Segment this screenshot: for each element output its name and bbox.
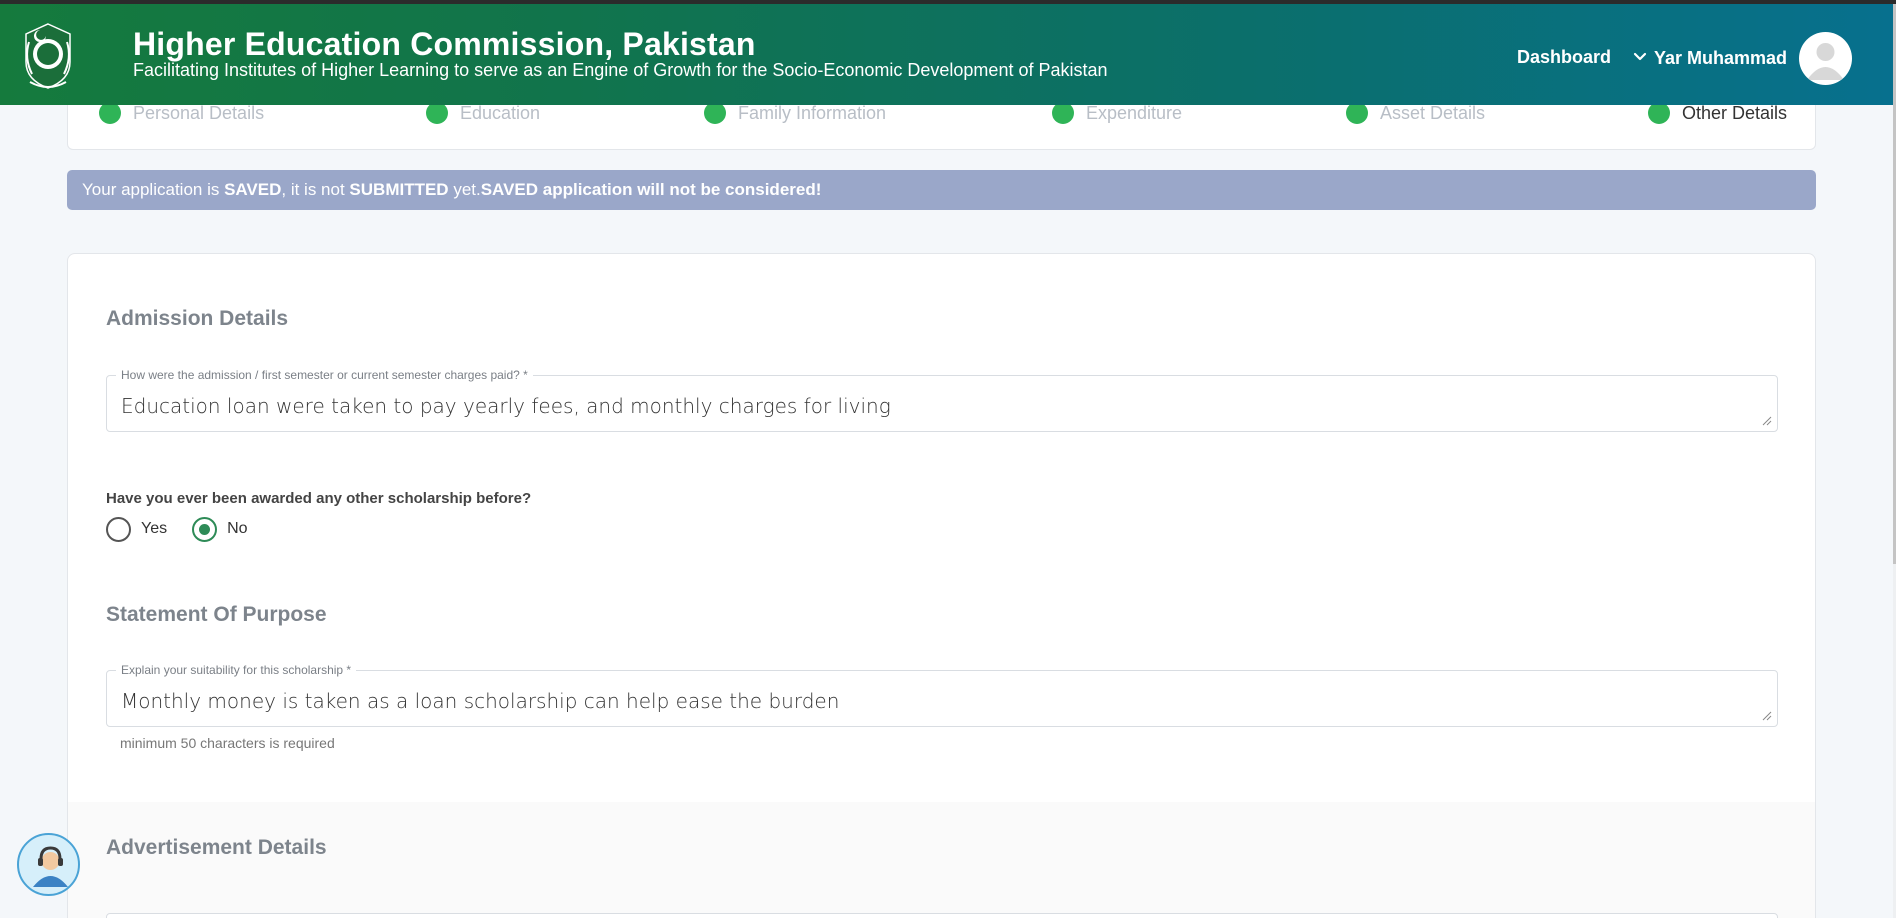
step-label: Other Details [1682,102,1788,123]
charges-paid-value: Education loan were taken to pay yearly … [121,394,891,418]
radio-no-label[interactable]: No [227,520,247,538]
step-label: Expenditure [1086,102,1183,123]
resize-handle-icon[interactable] [1762,711,1772,721]
admission-details-heading: Admission Details [106,307,289,330]
alert-text: yet. [448,180,481,199]
radio-yes-label[interactable]: Yes [141,520,167,538]
statement-of-purpose-heading: Statement Of Purpose [106,603,327,626]
site-subtitle: Facilitating Institutes of Higher Learni… [133,60,1108,80]
check-icon [426,102,448,124]
charges-paid-textarea[interactable]: How were the admission / first semester … [106,368,1778,432]
scholarship-radio-group: Yes No [106,516,273,542]
check-icon [1346,102,1368,124]
suitability-label: Explain your suitability for this schola… [116,663,357,677]
alert-submitted: SUBMITTED [349,180,449,199]
nav-dashboard-link[interactable]: Dashboard [1517,47,1611,68]
other-details-form: Admission Details How were the admission… [67,253,1816,918]
suitability-helper-text: minimum 50 characters is required [120,735,335,751]
alert-text: Your application is [82,180,225,199]
check-icon [704,102,726,124]
chevron-down-icon[interactable] [1631,48,1649,66]
radio-no[interactable] [192,516,218,542]
advertisement-section: Advertisement Details [68,802,1815,918]
step-label: Education [460,102,541,123]
suitability-textarea[interactable]: Explain your suitability for this schola… [106,663,1778,727]
user-menu-name[interactable]: Yar Muhammad [1654,48,1787,69]
site-header: Higher Education Commission, Pakistan Fa… [0,4,1893,105]
alert-saved: SAVED [224,180,282,199]
step-label: Asset Details [1380,102,1486,123]
step-number-icon [1648,102,1670,124]
hec-logo [25,23,71,89]
site-title: Higher Education Commission, Pakistan [133,26,756,62]
support-agent-icon[interactable] [17,833,80,896]
suitability-value: Monthly money is taken as a loan scholar… [121,689,840,713]
check-icon [1052,102,1074,124]
saved-status-alert: Your application is SAVED, it is not SUB… [67,170,1816,210]
alert-text: , it is not [281,180,350,199]
user-avatar-icon[interactable] [1799,32,1852,85]
advertisement-details-heading: Advertisement Details [106,836,327,859]
scholarship-question: Have you ever been awarded any other sch… [106,490,532,507]
advertisement-field[interactable] [106,913,1778,918]
check-icon [99,102,121,124]
step-label: Personal Details [133,102,265,123]
resize-handle-icon[interactable] [1762,416,1772,426]
charges-paid-label: How were the admission / first semester … [116,368,533,382]
step-label: Family Information [738,102,887,123]
alert-warning: SAVED application will not be considered… [480,180,822,199]
radio-yes[interactable] [106,516,131,542]
